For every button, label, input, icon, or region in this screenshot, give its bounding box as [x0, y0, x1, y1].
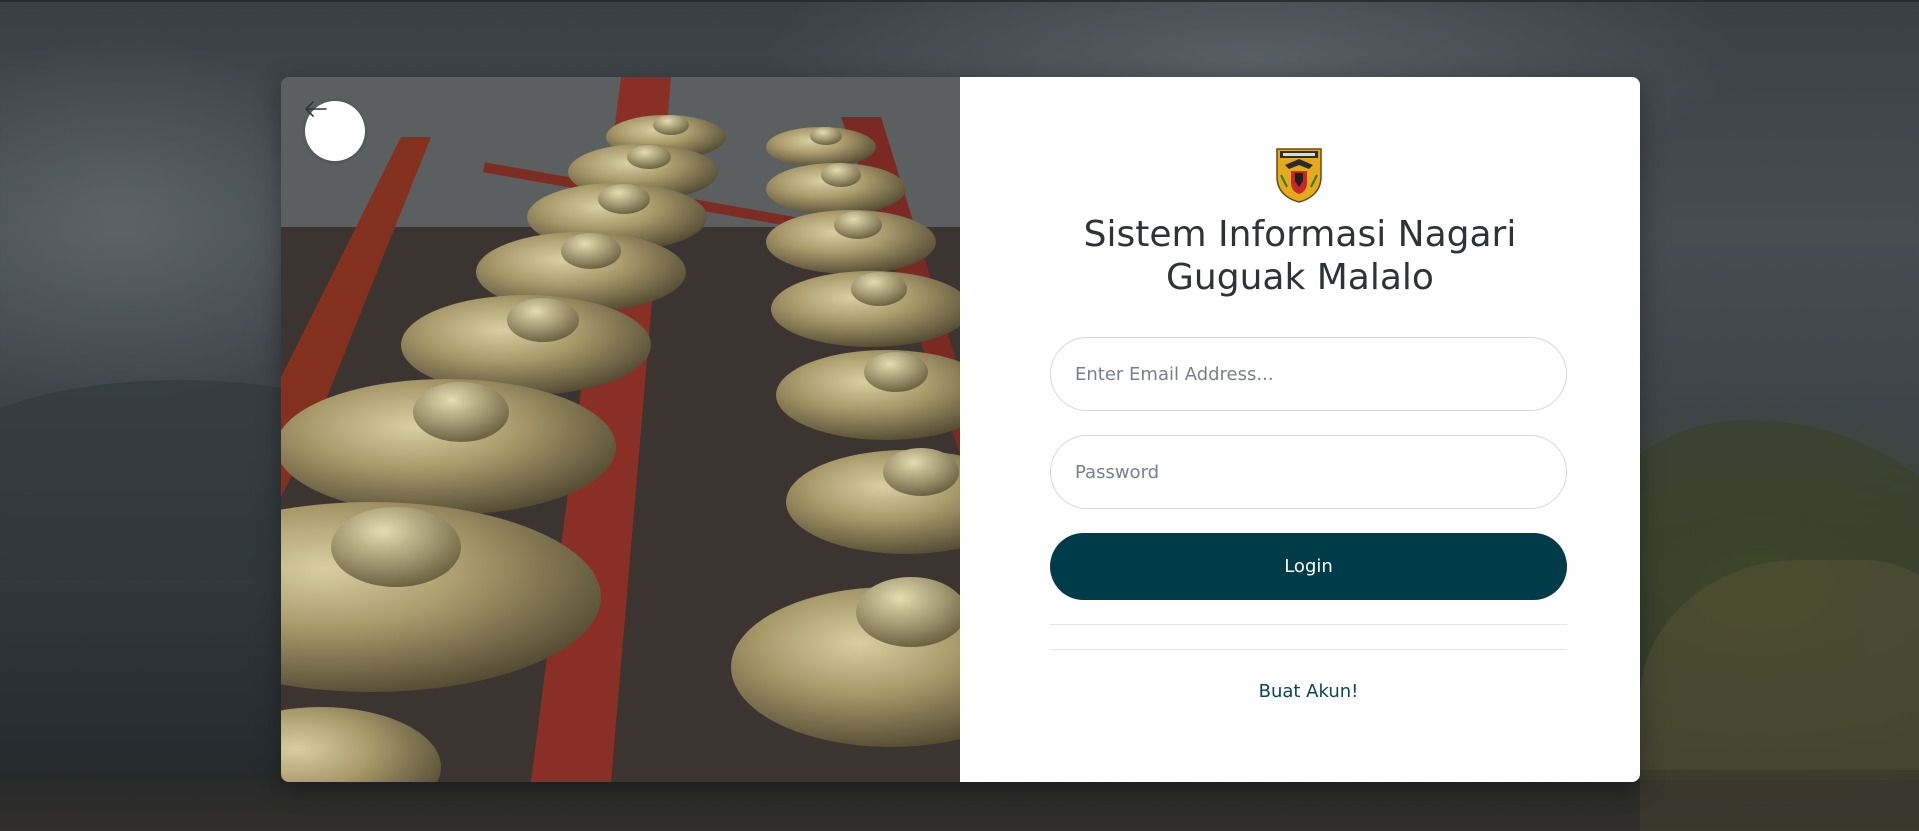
register-link[interactable]: Buat Akun!: [1050, 681, 1567, 702]
regional-crest-icon: [1276, 148, 1322, 203]
divider: [1050, 624, 1567, 625]
top-border: [0, 0, 1919, 2]
login-card: Sistem Informasi Nagari Guguak Malalo Lo…: [281, 77, 1640, 782]
title-line-2: Guguak Malalo: [1166, 257, 1434, 298]
login-form-pane: Sistem Informasi Nagari Guguak Malalo Lo…: [960, 77, 1640, 782]
gong-photo: [281, 77, 960, 782]
title-line-1: Sistem Informasi Nagari: [1083, 214, 1517, 255]
talempong-gongs-illustration: [281, 77, 960, 782]
back-button[interactable]: [305, 101, 365, 161]
divider: [1050, 649, 1567, 650]
email-field[interactable]: [1050, 337, 1567, 411]
login-button[interactable]: Login: [1050, 533, 1567, 600]
arrow-left-icon: [305, 101, 327, 117]
password-field[interactable]: [1050, 435, 1567, 509]
page-title: Sistem Informasi Nagari Guguak Malalo: [1000, 213, 1600, 299]
